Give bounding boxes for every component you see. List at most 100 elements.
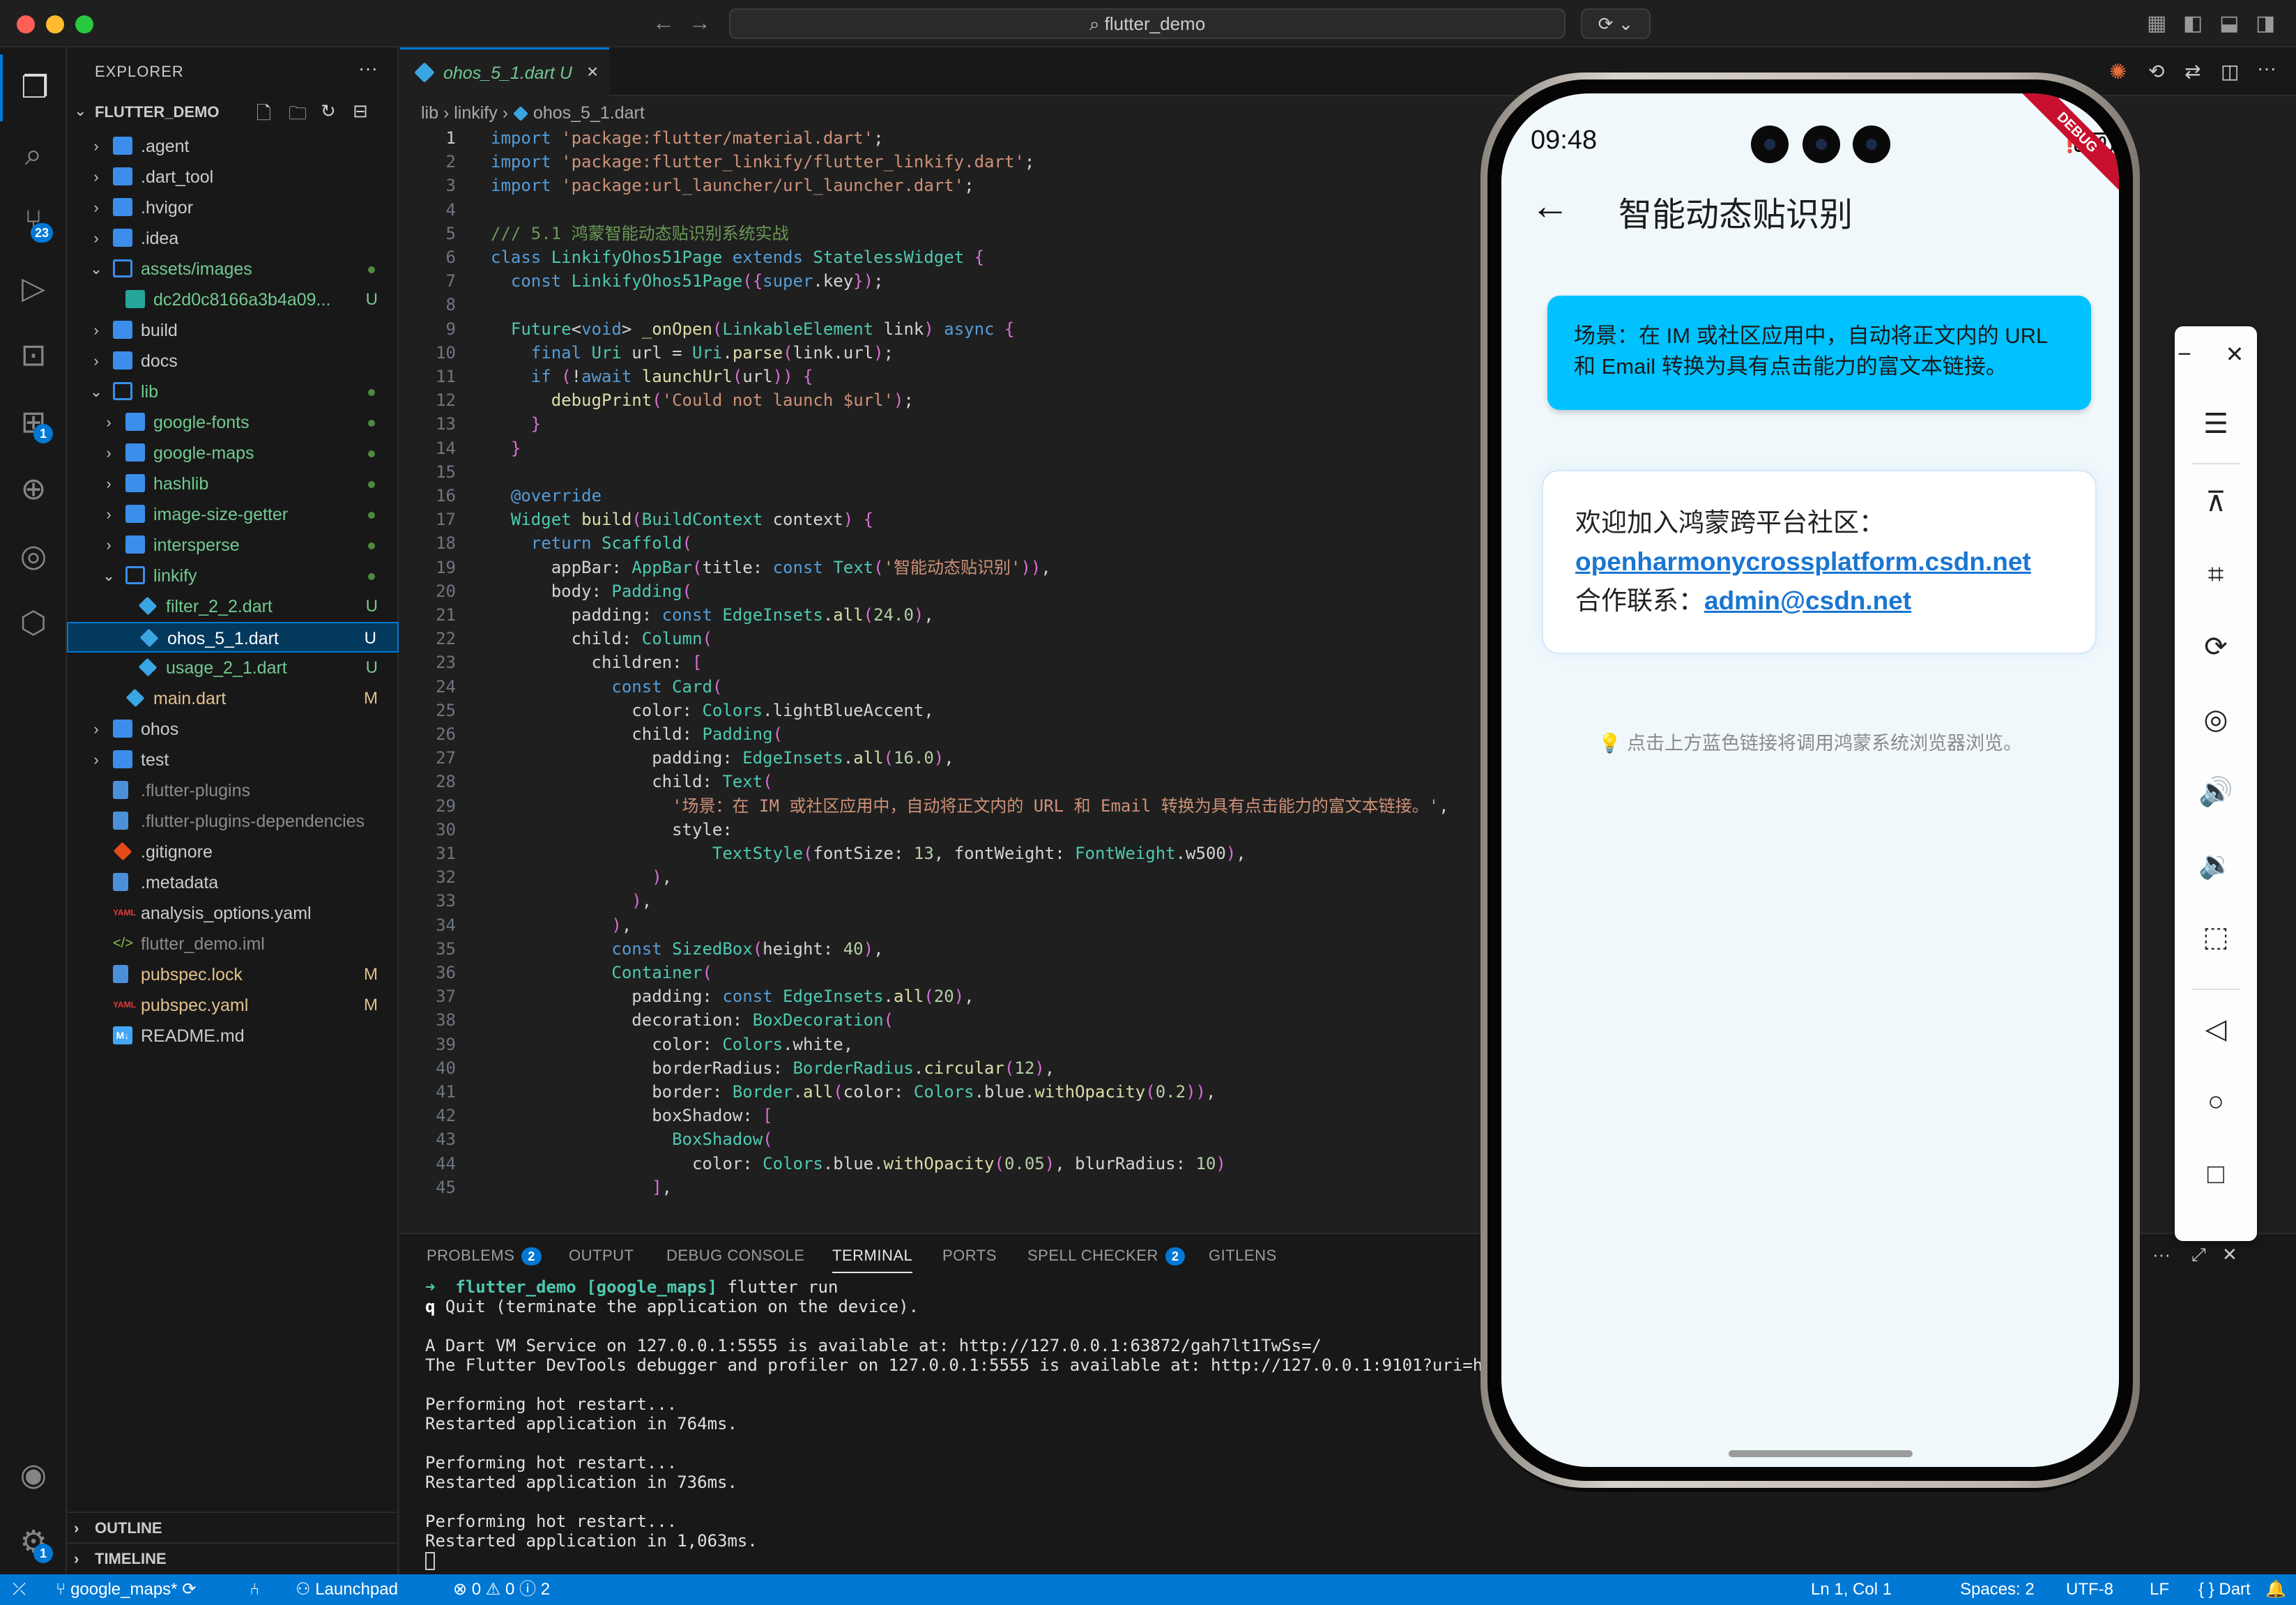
home-circle-icon[interactable]: ○ xyxy=(2175,1074,2257,1129)
shake-icon[interactable]: ⬚ xyxy=(2175,909,2257,965)
outline-section[interactable]: › OUTLINE xyxy=(67,1512,399,1542)
timeline-history-icon[interactable]: ⟲ xyxy=(2148,60,2164,83)
panel-tab-terminal[interactable]: TERMINAL xyxy=(832,1247,913,1273)
tree-item[interactable]: usage_2_1.dart U xyxy=(67,653,399,683)
launchpad-button[interactable]: ⚇ Launchpad xyxy=(296,1574,398,1605)
code-editor[interactable]: 1 import 'package:flutter/material.dart';… xyxy=(400,125,1487,1227)
tree-item[interactable]: › .idea xyxy=(67,223,399,254)
extensions-icon[interactable]: ⊞ 1 xyxy=(0,389,67,456)
community-link[interactable]: openharmonycrossplatform.csdn.net xyxy=(1575,547,2031,576)
search-icon[interactable]: ⌕ xyxy=(0,121,67,188)
containers-icon[interactable]: ⬡ xyxy=(0,590,67,657)
more-actions-icon[interactable]: ··· xyxy=(2257,57,2276,79)
breadcrumb-item[interactable]: linkify xyxy=(454,103,498,123)
remote-indicator-icon[interactable]: ⤫ xyxy=(13,1574,26,1605)
back-triangle-icon[interactable]: ◁ xyxy=(2175,1001,2257,1057)
tree-item[interactable]: › docs xyxy=(67,346,399,376)
cursor-position[interactable]: Ln 1, Col 1 xyxy=(1811,1574,1892,1605)
panel-tab-problems[interactable]: PROBLEMS 2 xyxy=(427,1247,542,1265)
explorer-icon[interactable]: ❐ xyxy=(0,54,67,121)
tree-item[interactable]: › intersperse xyxy=(67,530,399,561)
tree-item[interactable]: › .agent xyxy=(67,131,399,162)
panel-tab-ports[interactable]: PORTS xyxy=(942,1247,997,1265)
tree-item[interactable]: .metadata xyxy=(67,867,399,898)
tree-item[interactable]: › .dart_tool xyxy=(67,162,399,192)
volume-down-icon[interactable]: 🔉 xyxy=(2175,837,2257,892)
rotate-icon[interactable]: ⟳ xyxy=(2175,619,2257,675)
copilot-icon[interactable]: ✺ xyxy=(2109,60,2127,84)
split-editor-icon[interactable]: ◫ xyxy=(2221,60,2239,83)
tree-item[interactable]: .flutter-plugins-dependencies xyxy=(67,806,399,837)
window-minimize-button[interactable] xyxy=(46,15,64,33)
tree-item[interactable]: pubspec.lock M xyxy=(67,959,399,990)
git-graph-status-icon[interactable]: ⑃ xyxy=(250,1574,259,1605)
toggle-secondary-sidebar-icon[interactable]: ◨ xyxy=(2256,11,2275,36)
tree-item[interactable]: main.dart M xyxy=(67,683,399,714)
window-close-button[interactable] xyxy=(17,15,35,33)
collapse-all-icon[interactable]: ⊟ xyxy=(353,100,368,122)
volume-up-icon[interactable]: 🔊 xyxy=(2175,764,2257,820)
language-mode[interactable]: { } Dart xyxy=(2198,1574,2251,1605)
panel-tab-output[interactable]: OUTPUT xyxy=(569,1247,634,1265)
timeline-section[interactable]: › TIMELINE xyxy=(67,1542,399,1573)
tree-item[interactable]: › ohos xyxy=(67,714,399,745)
phone-screen[interactable]: 09:48 ❗ 100 DEBUG ← 智能动态贴识别 场景：在 IM 或社区应… xyxy=(1501,93,2119,1467)
tree-item[interactable]: › .hvigor xyxy=(67,192,399,223)
account-icon[interactable]: ◉ xyxy=(0,1442,67,1509)
tree-item[interactable]: </> flutter_demo.iml xyxy=(67,929,399,959)
tree-item[interactable]: › google-fonts xyxy=(67,407,399,438)
tree-item[interactable]: YAML analysis_options.yaml xyxy=(67,898,399,929)
encoding[interactable]: UTF-8 xyxy=(2066,1574,2113,1605)
minimize-icon[interactable]: − xyxy=(2157,326,2212,382)
indentation[interactable]: Spaces: 2 xyxy=(1960,1574,2035,1605)
screen-record-icon[interactable]: ◎ xyxy=(2175,692,2257,747)
forward-arrow-icon[interactable]: → xyxy=(689,10,711,36)
tree-item[interactable]: › test xyxy=(67,745,399,775)
maximize-panel-icon[interactable]: ⤢ xyxy=(2191,1244,2206,1266)
tab-ohos-5-1-dart[interactable]: ohos_5_1.dart U × xyxy=(400,47,609,96)
tree-item[interactable]: dc2d0c8166a3b4a09... U xyxy=(67,284,399,315)
tab-close-icon[interactable]: × xyxy=(587,61,598,83)
tree-item[interactable]: filter_2_2.dart U xyxy=(67,591,399,622)
problems-indicator[interactable]: ⊗ 0 ⚠ 0 ⓘ 2 xyxy=(453,1574,550,1605)
back-arrow-icon[interactable]: ← xyxy=(652,10,675,36)
source-control-icon[interactable]: ⑂ 23 xyxy=(0,188,67,255)
panel-tab-gitlens[interactable]: GITLENS xyxy=(1209,1247,1277,1265)
tree-item[interactable]: › image-size-getter xyxy=(67,499,399,530)
tree-item[interactable]: M↓ README.md xyxy=(67,1021,399,1051)
recents-square-icon[interactable]: □ xyxy=(2175,1146,2257,1202)
disable-touch-icon[interactable]: ⊼ xyxy=(2175,474,2257,530)
tree-item[interactable]: YAML pubspec.yaml M xyxy=(67,990,399,1021)
breadcrumb-item[interactable]: ohos_5_1.dart xyxy=(533,103,645,123)
toggle-sidebar-icon[interactable]: ◧ xyxy=(2183,11,2203,36)
new-file-icon[interactable]: 🗋 xyxy=(257,100,271,131)
more-actions-icon[interactable]: ··· xyxy=(2152,1244,2171,1265)
breadcrumb-item[interactable]: lib xyxy=(421,103,438,123)
window-maximize-button[interactable] xyxy=(75,15,93,33)
close-icon[interactable]: ✕ xyxy=(2207,326,2263,382)
remote-explorer-icon[interactable]: ⊡ xyxy=(0,322,67,389)
run-debug-icon[interactable]: ▷ xyxy=(0,255,67,322)
compare-changes-icon[interactable]: ⇄ xyxy=(2184,60,2201,83)
panel-tab-debug-console[interactable]: DEBUG CONSOLE xyxy=(666,1247,804,1265)
new-folder-icon[interactable]: 🗀 xyxy=(289,100,307,131)
tree-item[interactable]: ⌄ assets/images xyxy=(67,254,399,284)
tree-item[interactable]: › google-maps xyxy=(67,438,399,469)
command-center-search[interactable]: ⌕ flutter_demo xyxy=(729,8,1566,39)
settings-gear-icon[interactable]: ⚙ 1 xyxy=(0,1509,67,1576)
copilot-menu-button[interactable]: ⟳ ⌄ xyxy=(1581,8,1651,39)
crop-screenshot-icon[interactable]: ⌗ xyxy=(2175,547,2257,602)
tree-item[interactable]: ohos_5_1.dart U xyxy=(67,622,399,653)
close-panel-icon[interactable]: ✕ xyxy=(2222,1244,2237,1265)
menu-icon[interactable]: ☰ xyxy=(2175,396,2257,452)
notifications-bell-icon[interactable]: 🔔 xyxy=(2265,1574,2286,1605)
workspace-header[interactable]: ⌄ FLUTTER_DEMO 🗋 🗀 ↻ ⊟ xyxy=(67,96,397,127)
tree-item[interactable]: › build xyxy=(67,315,399,346)
layout-panels-icon[interactable]: ▦ xyxy=(2147,11,2166,36)
line-ending[interactable]: LF xyxy=(2150,1574,2169,1605)
panel-tab-spell-checker[interactable]: SPELL CHECKER 2 xyxy=(1027,1247,1186,1265)
home-indicator[interactable] xyxy=(1729,1450,1913,1457)
branch-indicator[interactable]: ⑂ google_maps* ⟳ xyxy=(56,1574,196,1605)
toggle-panel-icon[interactable]: ⬓ xyxy=(2219,11,2239,36)
tree-item[interactable]: .gitignore xyxy=(67,837,399,867)
